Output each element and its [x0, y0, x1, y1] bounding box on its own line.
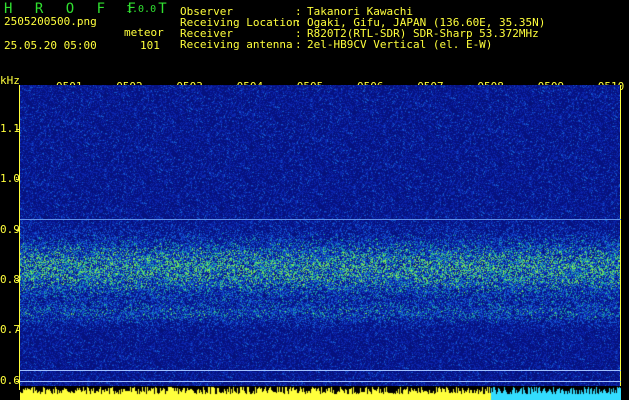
- antenna-label: Receiving antenna: [180, 38, 293, 51]
- spectrogram: [20, 85, 621, 386]
- antenna-value: 2el-HB9CV Vertical (el. E-W): [307, 38, 493, 51]
- file-name: 2505200500.png: [4, 15, 97, 28]
- app-version: 1.0.0: [126, 4, 157, 15]
- reference-line: [20, 381, 621, 382]
- signal-level-bar: [20, 386, 621, 400]
- left-axis-line: [19, 85, 20, 390]
- frequency-unit: kHz: [0, 74, 20, 87]
- meteor-count: 101: [140, 39, 160, 52]
- separator: :: [295, 38, 302, 51]
- right-axis-line: [620, 85, 621, 390]
- reference-line: [20, 370, 621, 371]
- reference-line: [20, 219, 621, 220]
- date-time: 25.05.20 05:00: [4, 39, 97, 52]
- mode-label: meteor: [124, 26, 164, 39]
